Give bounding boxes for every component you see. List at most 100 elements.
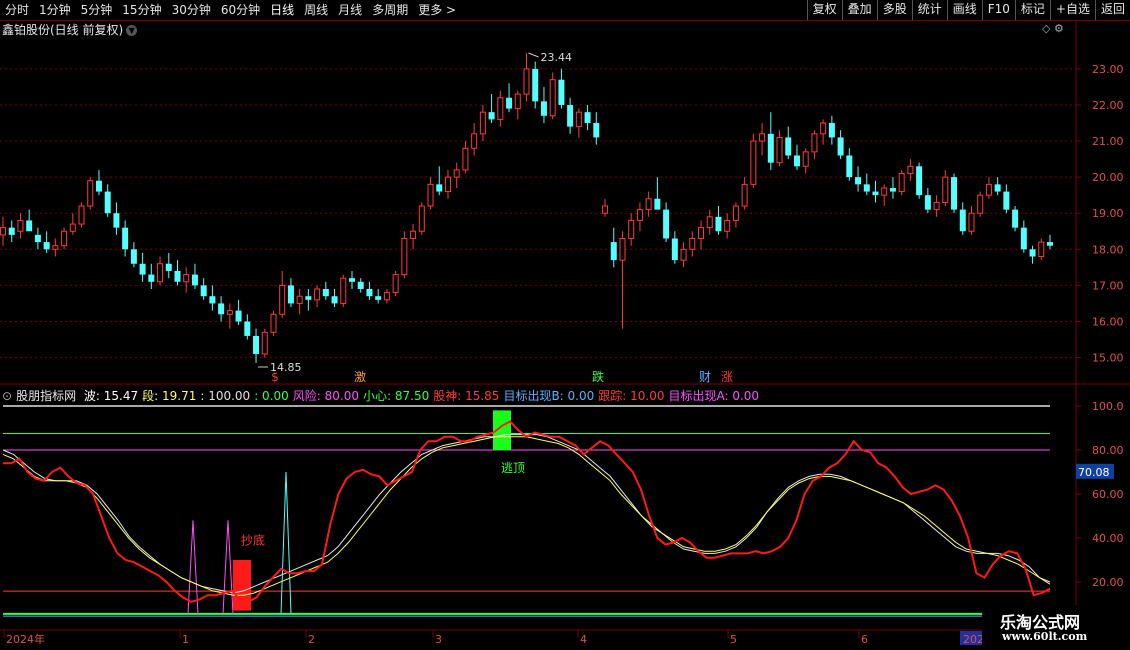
- candle-body-down: [139, 263, 146, 275]
- segment-line: [2, 436, 1051, 596]
- candle-body-up: [462, 147, 469, 171]
- candle-body-up: [296, 295, 303, 304]
- indicator-tick-label: 100.0: [1092, 400, 1124, 413]
- candle-body-up: [523, 68, 530, 95]
- candle-body-up: [87, 180, 94, 207]
- candle-body-up: [183, 274, 190, 283]
- candle-body-down: [200, 285, 207, 297]
- candle-body-up: [444, 176, 451, 193]
- candle-body-down: [846, 155, 853, 178]
- price-tick-label: 17.00: [1092, 279, 1124, 292]
- date-label-4: 4: [580, 633, 587, 646]
- candle-body-down: [767, 133, 774, 163]
- candle-body-down: [837, 137, 844, 156]
- candle-body-up: [968, 212, 975, 232]
- candle-body-down: [1029, 249, 1036, 257]
- candle-body-up: [427, 183, 434, 207]
- candle-body-down: [488, 112, 495, 120]
- candle-body-down: [567, 104, 574, 127]
- indicator-name[interactable]: 股朋指标网: [16, 389, 76, 403]
- candle-body-down: [26, 220, 33, 232]
- candle-body-up: [340, 277, 347, 304]
- indicator-title-bar: ⊙ 股朋指标网 波: 15.47 段: 19.71: 100.00: 0.00 风险:…: [2, 387, 763, 404]
- candle-body-up: [724, 219, 731, 232]
- candle-body-down: [130, 249, 137, 264]
- candle-body-up: [977, 194, 984, 214]
- kline-chart[interactable]: 23.00 22.00 21.00 20.00 19.00 18.00 17.00 16.00…: [0, 0, 1130, 650]
- candle-body-down: [113, 213, 120, 228]
- candle-body-up: [698, 227, 704, 239]
- candle-body-up: [933, 201, 940, 211]
- candle-body-up: [741, 183, 748, 207]
- candle-body-up: [0, 227, 6, 236]
- candle-body-up: [776, 136, 783, 164]
- candle-body-up: [226, 310, 233, 315]
- signal-marker-4: 涨: [721, 369, 733, 384]
- indicator-toggle-icon[interactable]: ⊙: [2, 389, 12, 403]
- candle-body-down: [209, 296, 216, 304]
- date-label-7: 202: [963, 633, 984, 646]
- candle-body-up: [680, 248, 687, 261]
- high-price-label: 23.44: [541, 51, 573, 64]
- price-tick-label: 16.00: [1092, 315, 1124, 328]
- candle-body-down: [872, 191, 879, 196]
- candle-body-up: [69, 223, 76, 232]
- wave-line: [2, 434, 1051, 594]
- signal-marker-0: $: [271, 370, 279, 384]
- candle-body-down: [828, 123, 835, 138]
- candle-body-down: [357, 281, 364, 289]
- candle-body-down: [104, 191, 111, 214]
- indicator-value-5: 小心: 87.50: [363, 389, 430, 403]
- indicator-value-7: 目标出现B: 0.00: [503, 389, 595, 403]
- candle-body-down: [916, 166, 923, 196]
- candle-body-up: [619, 237, 626, 261]
- candle-body-up: [1038, 241, 1045, 258]
- candle-body-down: [855, 177, 862, 185]
- candle-body-up: [270, 313, 277, 333]
- candle-body-down: [148, 274, 155, 282]
- candle-body-up: [497, 97, 504, 120]
- candle-body-down: [593, 123, 600, 138]
- candle-body-up: [985, 183, 992, 196]
- candle-body-up: [689, 237, 696, 250]
- price-tick-label: 15.00: [1092, 352, 1124, 365]
- candle-body-down: [959, 209, 966, 232]
- candle-body-down: [1047, 242, 1053, 246]
- candle-body-down: [793, 155, 800, 167]
- candle-body-down: [994, 184, 1001, 192]
- watermark: 乐淘公式网 www.60lt.com: [982, 605, 1130, 650]
- candle-body-down: [436, 184, 443, 192]
- target-a-spike: [222, 520, 234, 614]
- candle-body-down: [951, 177, 958, 210]
- candle-body-up: [401, 237, 408, 276]
- candle-body-up: [636, 209, 643, 221]
- indicator-tick-label: 60.00: [1092, 488, 1124, 501]
- candle-body-up: [157, 263, 164, 283]
- candle-body-up: [392, 274, 399, 294]
- candle-body-up: [261, 331, 268, 355]
- candle-body-down: [1003, 191, 1010, 210]
- candle-body-down: [889, 187, 896, 192]
- candle-body-down: [122, 227, 129, 250]
- candle-body-down: [191, 274, 198, 286]
- candle-body-up: [907, 165, 914, 175]
- candle-body-down: [322, 289, 329, 297]
- candle-body-up: [802, 151, 809, 167]
- date-label-2: 2: [308, 633, 315, 646]
- indicator-value-8: 跟踪: 10.00: [598, 389, 665, 403]
- candle-body-up: [383, 292, 390, 301]
- candle-body-up: [602, 205, 609, 214]
- candle-body-up: [881, 187, 888, 196]
- candle-body-down: [540, 101, 547, 116]
- indicator-value-3: : 0.00: [254, 389, 289, 403]
- candle-body-down: [558, 79, 565, 105]
- candle-body-down: [375, 296, 382, 300]
- indicator-value-2: : 100.00: [200, 389, 251, 403]
- price-tick-label: 19.00: [1092, 207, 1124, 220]
- candle-body-down: [924, 195, 931, 210]
- candle-body-down: [532, 68, 539, 102]
- target-b-spike: [280, 471, 292, 614]
- candle-body-up: [759, 133, 766, 142]
- indicator-value-4: 风险: 80.00: [292, 389, 359, 403]
- candle-body-down: [43, 242, 50, 250]
